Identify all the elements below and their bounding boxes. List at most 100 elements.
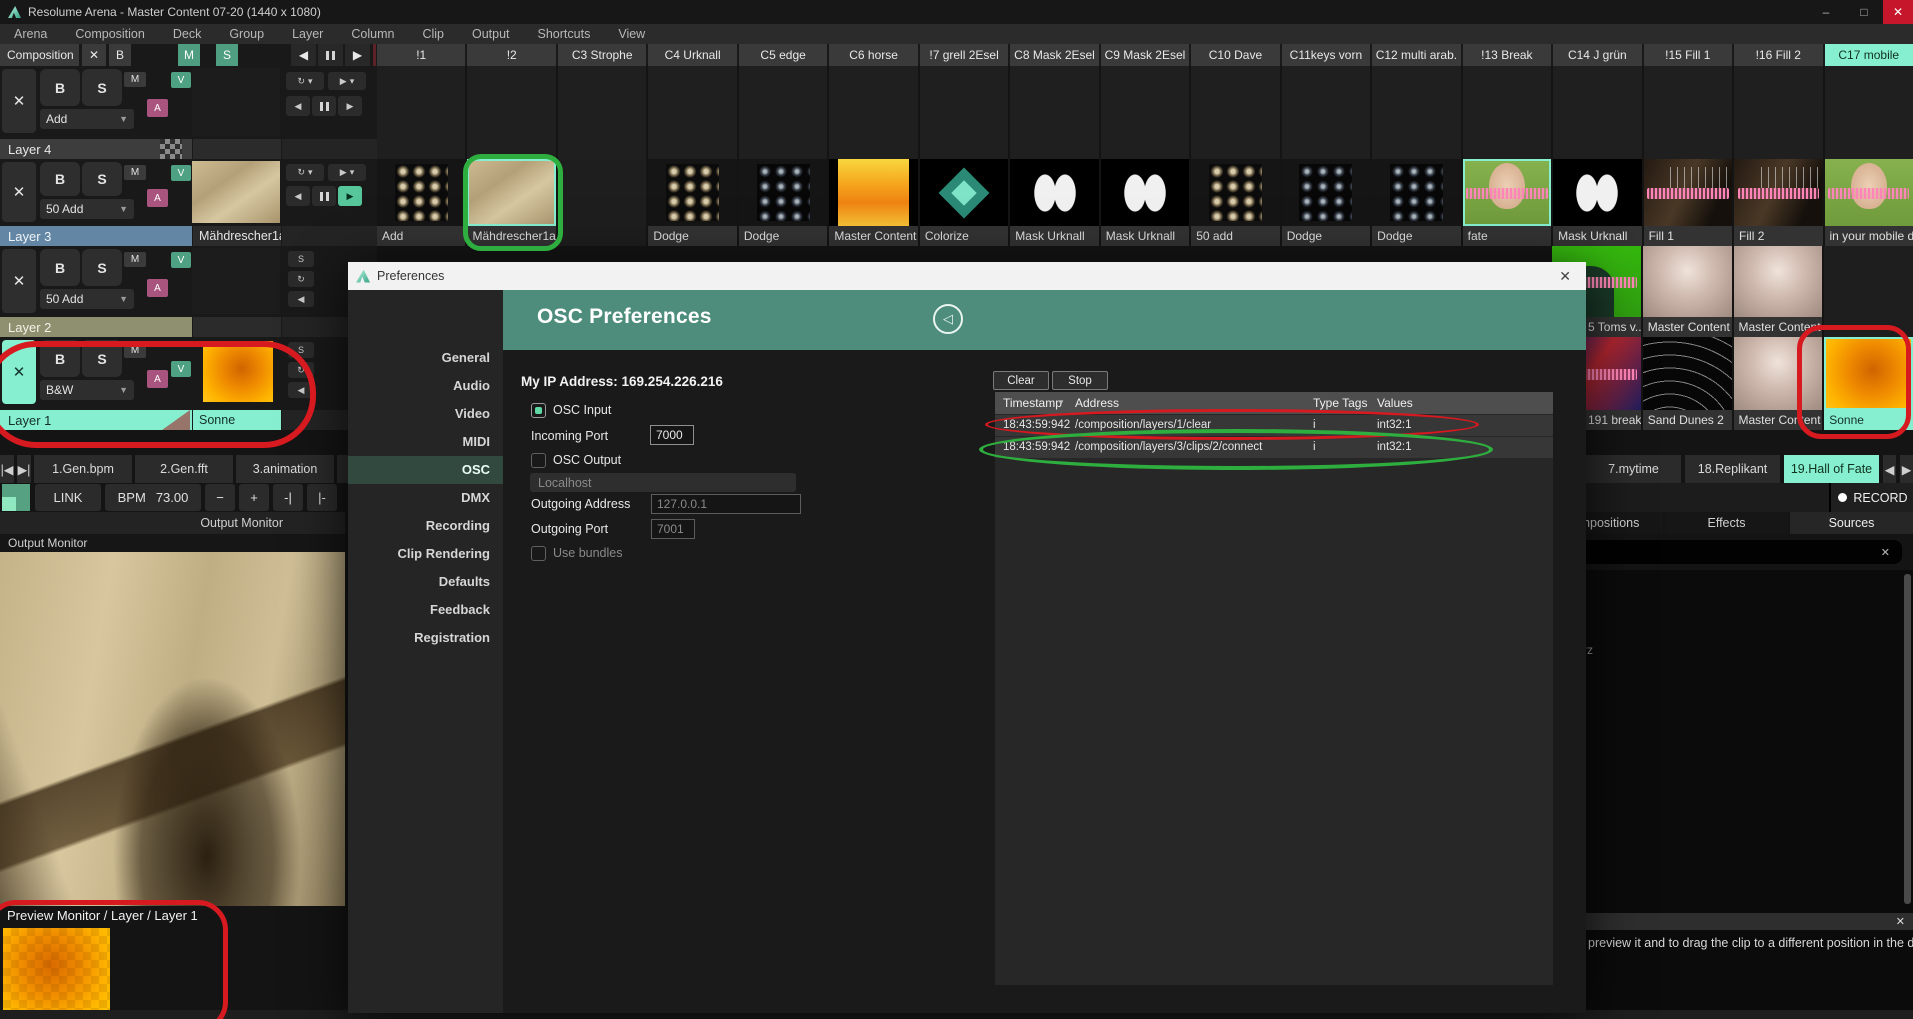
menu-item[interactable]: Clip	[408, 24, 458, 44]
status-close-icon[interactable]: ✕	[1896, 915, 1905, 928]
sidebar-item[interactable]: Clip Rendering	[348, 540, 503, 568]
layer-prev-clip-button[interactable]: ◀	[286, 186, 310, 206]
empty-clip-slot[interactable]	[1101, 66, 1189, 159]
incoming-port-input[interactable]	[650, 425, 694, 445]
column-header[interactable]: C17 mobile	[1825, 44, 1913, 66]
column-timestamp[interactable]: Timestamp	[1003, 396, 1062, 410]
layer-solo-mini-button[interactable]: S	[288, 342, 314, 358]
clip-cell[interactable]: Master Content 0...	[829, 159, 917, 246]
menu-item[interactable]: Composition	[61, 24, 158, 44]
clip-label[interactable]: Sand Dunes 2	[1643, 410, 1732, 430]
clip-thumbnail[interactable]	[1101, 159, 1189, 226]
clip-label[interactable]: Dodge	[1282, 226, 1370, 246]
column-header[interactable]: C9 Mask 2Esel	[1101, 44, 1189, 66]
clip-thumbnail[interactable]	[1553, 159, 1641, 226]
layer-blend-dropdown[interactable]: Add▼	[40, 109, 134, 129]
layer-loop-mode-button[interactable]: ↻▾	[286, 164, 324, 181]
deck-tab[interactable]: 18.Replikant	[1685, 455, 1780, 483]
layer-audio-button[interactable]: A	[147, 279, 168, 297]
clip-label[interactable]: Dodge	[739, 226, 827, 246]
clip-cell[interactable]: Sand Dunes 2	[1643, 337, 1732, 430]
sidebar-item[interactable]: Recording	[348, 512, 503, 540]
layer-video-button[interactable]: V	[171, 165, 191, 181]
osc-message-row[interactable]: 18:43:59:942 /composition/layers/3/clips…	[995, 437, 1553, 458]
column-type-tags[interactable]: Type Tags	[1313, 396, 1367, 410]
layer-blend-dropdown[interactable]: B&W▼	[40, 380, 134, 400]
clip-cell[interactable]: Mask Urknall	[1010, 159, 1098, 246]
clip-cell[interactable]: Add	[377, 159, 465, 246]
link-button[interactable]: LINK	[35, 484, 101, 511]
output-monitor-tab[interactable]: Output Monitor	[0, 512, 345, 534]
clip-label[interactable]: fate	[1463, 226, 1551, 246]
menu-item[interactable]: Deck	[159, 24, 215, 44]
bpm-nudge-down-button[interactable]: -|	[273, 484, 303, 511]
deck-tab[interactable]: 7.mytime	[1586, 455, 1681, 483]
clip-label[interactable]: Fill 2	[1734, 226, 1822, 246]
metronome-icon[interactable]	[2, 484, 30, 511]
clip-cell[interactable]: fate	[1463, 159, 1551, 246]
menu-item[interactable]: Layer	[278, 24, 337, 44]
maximize-button[interactable]: □	[1845, 0, 1883, 24]
bpm-decrease-button[interactable]: −	[205, 484, 235, 511]
layer-master-button[interactable]: M	[124, 343, 146, 358]
column-header[interactable]: C12 multi arab.	[1372, 44, 1460, 66]
outgoing-address-input[interactable]	[651, 494, 801, 514]
layer-name[interactable]: Layer 1	[0, 410, 192, 430]
column-header[interactable]: !13 Break	[1463, 44, 1551, 66]
bpm-nudge-up-button[interactable]: |-	[307, 484, 337, 511]
empty-clip-slot[interactable]	[739, 66, 827, 159]
empty-clip-slot[interactable]	[920, 66, 1008, 159]
clip-label[interactable]: Dodge	[1372, 226, 1460, 246]
clip-thumbnail[interactable]	[1282, 159, 1370, 226]
clip-cell[interactable]: Sonne	[1824, 337, 1913, 430]
outgoing-port-input[interactable]	[651, 519, 695, 539]
stop-button[interactable]: Stop	[1052, 371, 1108, 390]
clip-label[interactable]: Add	[377, 226, 465, 246]
clip-cell[interactable]: Master Content 0...	[1643, 246, 1732, 337]
clip-thumbnail[interactable]	[1825, 159, 1913, 226]
layer-video-button[interactable]: V	[171, 361, 191, 377]
clip-cell[interactable]: Mähdrescher1a	[467, 159, 555, 246]
bpm-increase-button[interactable]: +	[239, 484, 269, 511]
column-header[interactable]: C11keys vorn	[1282, 44, 1370, 66]
clip-cell[interactable]: Dodge	[739, 159, 827, 246]
composition-play-button[interactable]: ▶	[345, 44, 370, 66]
sidebar-item[interactable]: Video	[348, 400, 503, 428]
composition-pause-button[interactable]	[318, 44, 343, 66]
layer-audio-button[interactable]: A	[147, 189, 168, 207]
layer-direction-button[interactable]: ▶▾	[328, 72, 366, 90]
clear-button[interactable]: Clear	[993, 371, 1049, 390]
clip-cell[interactable]: in your mobile dxv	[1825, 159, 1913, 246]
deck-prev-button[interactable]: |◀	[0, 455, 14, 483]
layer-video-button[interactable]: V	[171, 252, 191, 268]
empty-clip-slot[interactable]	[1282, 66, 1370, 159]
clip-label[interactable]: Sonne	[1824, 410, 1913, 430]
browser-tab[interactable]: Sources	[1790, 512, 1913, 534]
menu-item[interactable]: Output	[458, 24, 524, 44]
layer-solo-mini-button[interactable]: S	[288, 251, 314, 267]
column-header[interactable]: C6 horse	[829, 44, 917, 66]
clip-thumbnail[interactable]	[648, 159, 736, 226]
close-button[interactable]: ✕	[1883, 0, 1913, 24]
clip-cell[interactable]: Master Content 0...	[1734, 337, 1823, 430]
back-button[interactable]: ◁	[933, 304, 963, 334]
clip-label[interactable]	[1824, 317, 1913, 337]
clip-thumbnail[interactable]	[1734, 337, 1823, 410]
clip-cell[interactable]: Dodge	[1372, 159, 1460, 246]
column-header[interactable]: !15 Fill 1	[1644, 44, 1732, 66]
column-header[interactable]: C10 Dave	[1191, 44, 1279, 66]
empty-clip-slot[interactable]	[1463, 66, 1551, 159]
composition-label[interactable]: Composition	[0, 44, 79, 66]
layer-audio-button[interactable]: A	[147, 99, 168, 117]
clip-label[interactable]: Mähdrescher1a	[467, 226, 555, 246]
clip-thumbnail[interactable]	[1643, 337, 1732, 410]
clip-cell[interactable]: Mask Urknall	[1553, 159, 1641, 246]
menu-item[interactable]: View	[604, 24, 659, 44]
clip-thumbnail[interactable]	[1463, 159, 1551, 226]
column-header[interactable]: C3 Strophe	[558, 44, 646, 66]
layer-loop-mode-button[interactable]: ↻	[288, 271, 314, 287]
clip-thumbnail[interactable]	[739, 159, 827, 226]
clip-cell[interactable]: Colorize	[920, 159, 1008, 246]
clip-thumbnail[interactable]	[829, 159, 917, 226]
column-header[interactable]: C4 Urknall	[648, 44, 736, 66]
